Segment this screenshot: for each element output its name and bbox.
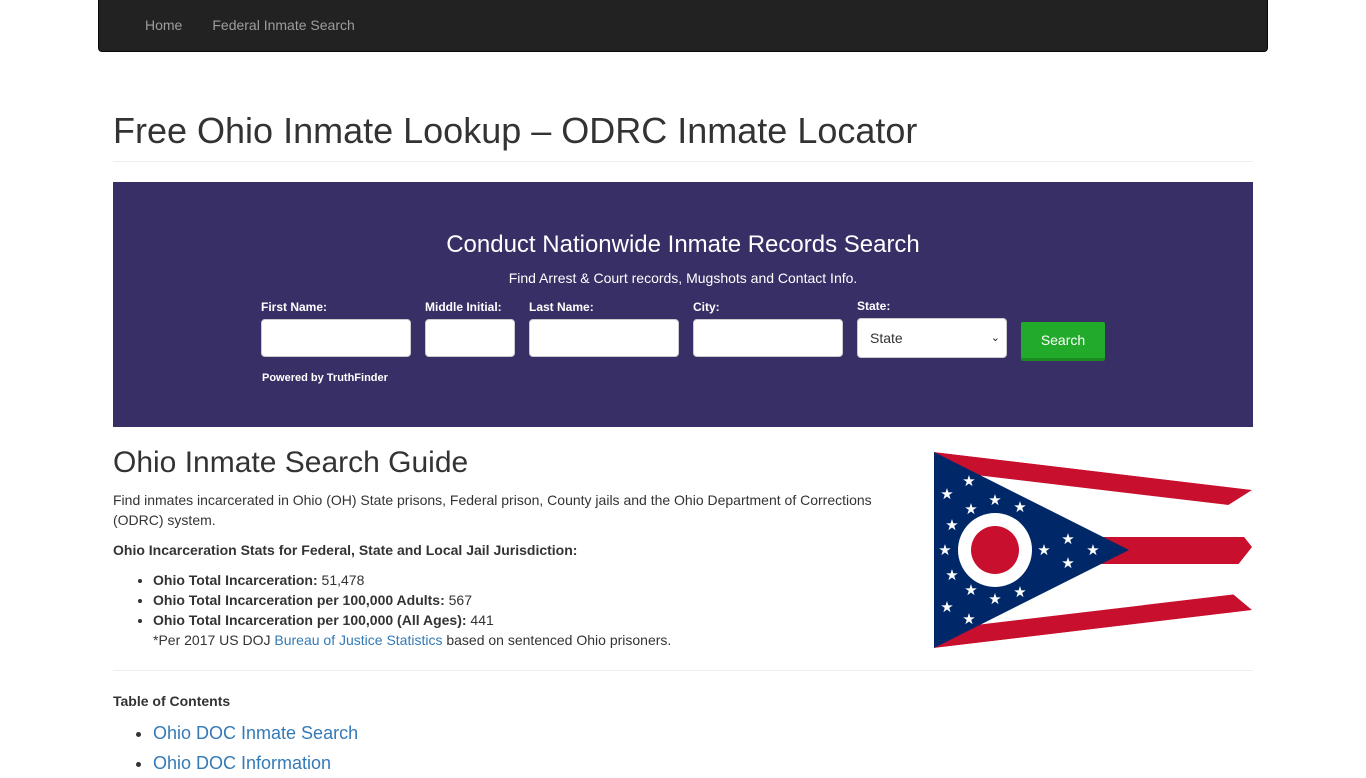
search-banner-subheading: Find Arrest & Court records, Mugshots an… bbox=[508, 270, 858, 286]
ohio-flag-icon: ★ ★ ★ ★ ★ ★ ★ ★ ★ ★ ★ ★ ★ ★ ★ ★ ★ bbox=[934, 452, 1252, 648]
list-item: Ohio Total Incarceration per 100,000 (Al… bbox=[153, 610, 494, 630]
search-banner: Conduct Nationwide Inmate Records Search… bbox=[113, 182, 1253, 427]
svg-text:★: ★ bbox=[940, 485, 953, 503]
search-banner-heading: Conduct Nationwide Inmate Records Search bbox=[446, 231, 920, 258]
bjs-link[interactable]: Bureau of Justice Statistics bbox=[274, 632, 442, 648]
state-select-value: State bbox=[870, 330, 903, 346]
state-label: State: bbox=[857, 299, 891, 313]
svg-text:★: ★ bbox=[945, 566, 958, 584]
toc-list: Ohio DOC Inmate Search Ohio DOC Informat… bbox=[113, 718, 358, 778]
stat-label: Ohio Total Incarceration per 100,000 (Al… bbox=[153, 612, 467, 628]
svg-text:★: ★ bbox=[962, 610, 975, 628]
stat-label: Ohio Total Incarceration per 100,000 Adu… bbox=[153, 592, 445, 608]
chevron-down-icon: ⌄ bbox=[990, 332, 1000, 344]
middle-initial-input[interactable] bbox=[425, 319, 515, 357]
svg-text:★: ★ bbox=[1086, 541, 1099, 559]
last-name-label: Last Name: bbox=[529, 300, 594, 314]
search-button[interactable]: Search bbox=[1021, 322, 1105, 361]
toc-heading: Table of Contents bbox=[113, 693, 231, 709]
nav-home-link[interactable]: Home bbox=[130, 0, 197, 50]
toc-link-ohio-doc-inmate-search[interactable]: Ohio DOC Inmate Search bbox=[153, 723, 358, 743]
list-item: Ohio DOC Information bbox=[153, 748, 358, 778]
stats-list: Ohio Total Incarceration: 51,478 Ohio To… bbox=[113, 570, 494, 630]
nav-federal-inmate-search-link[interactable]: Federal Inmate Search bbox=[197, 0, 369, 50]
list-item: Ohio Total Incarceration per 100,000 Adu… bbox=[153, 590, 494, 610]
stat-value: 51,478 bbox=[321, 572, 365, 588]
svg-text:★: ★ bbox=[1061, 530, 1074, 548]
last-name-group: Last Name: bbox=[529, 299, 679, 357]
svg-text:★: ★ bbox=[938, 541, 951, 559]
city-label: City: bbox=[693, 300, 720, 314]
middle-initial-group: Middle Initial: bbox=[425, 299, 515, 357]
stat-value: 567 bbox=[448, 592, 472, 608]
list-item: Ohio Total Incarceration: 51,478 bbox=[153, 570, 494, 590]
first-name-label: First Name: bbox=[261, 300, 328, 314]
guide-intro: Find inmates incarcerated in Ohio (OH) S… bbox=[113, 492, 872, 528]
svg-text:★: ★ bbox=[940, 598, 953, 616]
first-name-group: First Name: bbox=[261, 299, 411, 357]
city-group: City: bbox=[693, 299, 843, 357]
page-title: Free Ohio Inmate Lookup – ODRC Inmate Lo… bbox=[113, 110, 918, 151]
last-name-input[interactable] bbox=[529, 319, 679, 357]
svg-text:★: ★ bbox=[1037, 541, 1050, 559]
title-divider bbox=[113, 161, 1253, 162]
svg-text:★: ★ bbox=[964, 581, 977, 599]
stats-heading: Ohio Incarceration Stats for Federal, St… bbox=[113, 542, 578, 558]
svg-text:★: ★ bbox=[1013, 498, 1026, 516]
state-select[interactable]: State ⌄ bbox=[857, 318, 1007, 358]
stats-note: *Per 2017 US DOJ Bureau of Justice Stati… bbox=[153, 630, 671, 650]
stat-label: Ohio Total Incarceration: bbox=[153, 572, 318, 588]
svg-text:★: ★ bbox=[1013, 583, 1026, 601]
svg-text:★: ★ bbox=[945, 516, 958, 534]
section-divider bbox=[113, 670, 1253, 671]
guide-title: Ohio Inmate Search Guide bbox=[113, 446, 469, 479]
list-item: Ohio DOC Inmate Search bbox=[153, 718, 358, 748]
svg-text:★: ★ bbox=[988, 590, 1001, 608]
middle-initial-label: Middle Initial: bbox=[425, 300, 502, 314]
note-suffix: based on sentenced Ohio prisoners. bbox=[442, 632, 672, 648]
state-group: State: State ⌄ bbox=[857, 298, 1007, 358]
svg-text:★: ★ bbox=[1061, 554, 1074, 572]
city-input[interactable] bbox=[693, 319, 843, 357]
first-name-input[interactable] bbox=[261, 319, 411, 357]
svg-text:★: ★ bbox=[962, 472, 975, 490]
nav-menu: Home Federal Inmate Search bbox=[99, 0, 1267, 50]
powered-by-text: Powered by TruthFinder bbox=[262, 372, 388, 384]
note-prefix: *Per 2017 US DOJ bbox=[153, 632, 275, 648]
stat-value: 441 bbox=[470, 612, 494, 628]
svg-text:★: ★ bbox=[964, 500, 977, 518]
svg-text:★: ★ bbox=[988, 491, 1001, 509]
toc-link-ohio-doc-information[interactable]: Ohio DOC Information bbox=[153, 753, 331, 773]
top-navbar: Home Federal Inmate Search bbox=[98, 0, 1268, 52]
